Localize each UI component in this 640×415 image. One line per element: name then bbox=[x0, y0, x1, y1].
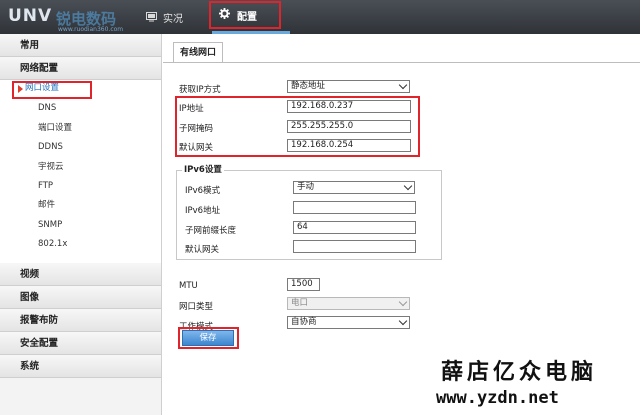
ipv6-legend: IPv6设置 bbox=[182, 163, 224, 175]
ip-address-label: IP地址 bbox=[179, 104, 204, 114]
chevron-down-icon bbox=[398, 297, 408, 307]
sidebar-section-common[interactable]: 常用 bbox=[0, 34, 161, 57]
work-mode-value: 自协商 bbox=[291, 317, 317, 327]
ipv6-prefix-label: 子网前缀长度 bbox=[185, 226, 237, 236]
ip-mode-value: 静态地址 bbox=[291, 81, 326, 91]
subnet-mask-input[interactable]: 255.255.255.0 bbox=[287, 120, 411, 133]
port-type-select: 电口 bbox=[287, 297, 410, 310]
mtu-input[interactable]: 1500 bbox=[287, 278, 320, 291]
brand-logo: UNV bbox=[8, 6, 53, 26]
ip-address-input[interactable]: 192.168.0.237 bbox=[287, 100, 411, 113]
ipv6-prefix-input[interactable]: 64 bbox=[293, 221, 416, 234]
ipv6-mode-value: 手动 bbox=[297, 182, 315, 192]
sidebar-item-ddns[interactable]: DDNS bbox=[0, 138, 161, 158]
sidebar-item-port[interactable]: 端口设置 bbox=[0, 118, 161, 139]
sidebar-item-label: 网口设置 bbox=[25, 83, 60, 93]
sidebar-section-alarm[interactable]: 报警布防 bbox=[0, 308, 161, 332]
sidebar-section-system[interactable]: 系统 bbox=[0, 354, 161, 378]
save-button[interactable]: 保存 bbox=[182, 330, 234, 346]
ip-mode-label: 获取IP方式 bbox=[179, 85, 221, 95]
chevron-down-icon bbox=[398, 80, 408, 90]
ipv6-gateway-label: 默认网关 bbox=[185, 245, 220, 255]
nav-live[interactable]: 实况 bbox=[138, 0, 191, 34]
nav-live-label: 实况 bbox=[163, 13, 183, 25]
top-bar: UNV 锐电数码 www.ruodian360.com 实况 配置 bbox=[0, 0, 640, 34]
ipv6-address-input[interactable] bbox=[293, 201, 416, 214]
work-mode-select[interactable]: 自协商 bbox=[287, 316, 410, 329]
nav-config-label: 配置 bbox=[237, 11, 257, 23]
tab-wired-port[interactable]: 有线网口 bbox=[173, 42, 224, 62]
mtu-label: MTU bbox=[179, 281, 198, 291]
subnet-mask-label: 子网掩码 bbox=[179, 124, 214, 134]
port-type-value: 电口 bbox=[291, 298, 309, 308]
gear-icon bbox=[219, 8, 230, 22]
ip-mode-select[interactable]: 静态地址 bbox=[287, 80, 410, 93]
sidebar-section-image[interactable]: 图像 bbox=[0, 285, 161, 309]
sidebar: 常用 网络配置 网口设置 DNS 端口设置 DDNS 宇视云 FTP 邮件 SN… bbox=[0, 34, 162, 415]
sidebar-item-8021x[interactable]: 802.1x bbox=[0, 235, 161, 255]
ipv6-address-label: IPv6地址 bbox=[185, 206, 221, 216]
sidebar-section-video[interactable]: 视频 bbox=[0, 262, 161, 286]
ipv6-mode-select[interactable]: 手动 bbox=[293, 181, 415, 194]
top-nav: 实况 bbox=[138, 0, 191, 34]
nav-config[interactable]: 配置 bbox=[209, 1, 281, 29]
port-type-label: 网口类型 bbox=[179, 302, 214, 312]
ipv6-mode-label: IPv6模式 bbox=[185, 186, 221, 196]
monitor-icon bbox=[146, 12, 157, 22]
watermark-top-url: www.ruodian360.com bbox=[58, 26, 124, 33]
sidebar-item-cloud[interactable]: 宇视云 bbox=[0, 157, 161, 177]
chevron-down-icon bbox=[403, 181, 413, 191]
watermark-cn: 薛店亿众电脑 bbox=[441, 359, 598, 385]
sidebar-item-snmp[interactable]: SNMP bbox=[0, 215, 161, 236]
ipv6-gateway-input[interactable] bbox=[293, 240, 416, 253]
sidebar-item-ftp[interactable]: FTP bbox=[0, 176, 161, 197]
watermark-url: www.yzdn.net bbox=[436, 388, 559, 408]
arrow-right-icon bbox=[18, 85, 23, 93]
gateway-input[interactable]: 192.168.0.254 bbox=[287, 139, 411, 152]
sidebar-item-port-settings[interactable]: 网口设置 bbox=[0, 80, 161, 100]
sidebar-section-network[interactable]: 网络配置 bbox=[0, 57, 161, 80]
sidebar-item-dns[interactable]: DNS bbox=[0, 99, 161, 119]
tab-divider bbox=[163, 62, 640, 63]
gateway-label: 默认网关 bbox=[179, 143, 214, 153]
sidebar-item-email[interactable]: 邮件 bbox=[0, 196, 161, 216]
sidebar-section-security[interactable]: 安全配置 bbox=[0, 331, 161, 355]
chevron-down-icon bbox=[398, 316, 408, 326]
sidebar-gap bbox=[0, 254, 161, 263]
